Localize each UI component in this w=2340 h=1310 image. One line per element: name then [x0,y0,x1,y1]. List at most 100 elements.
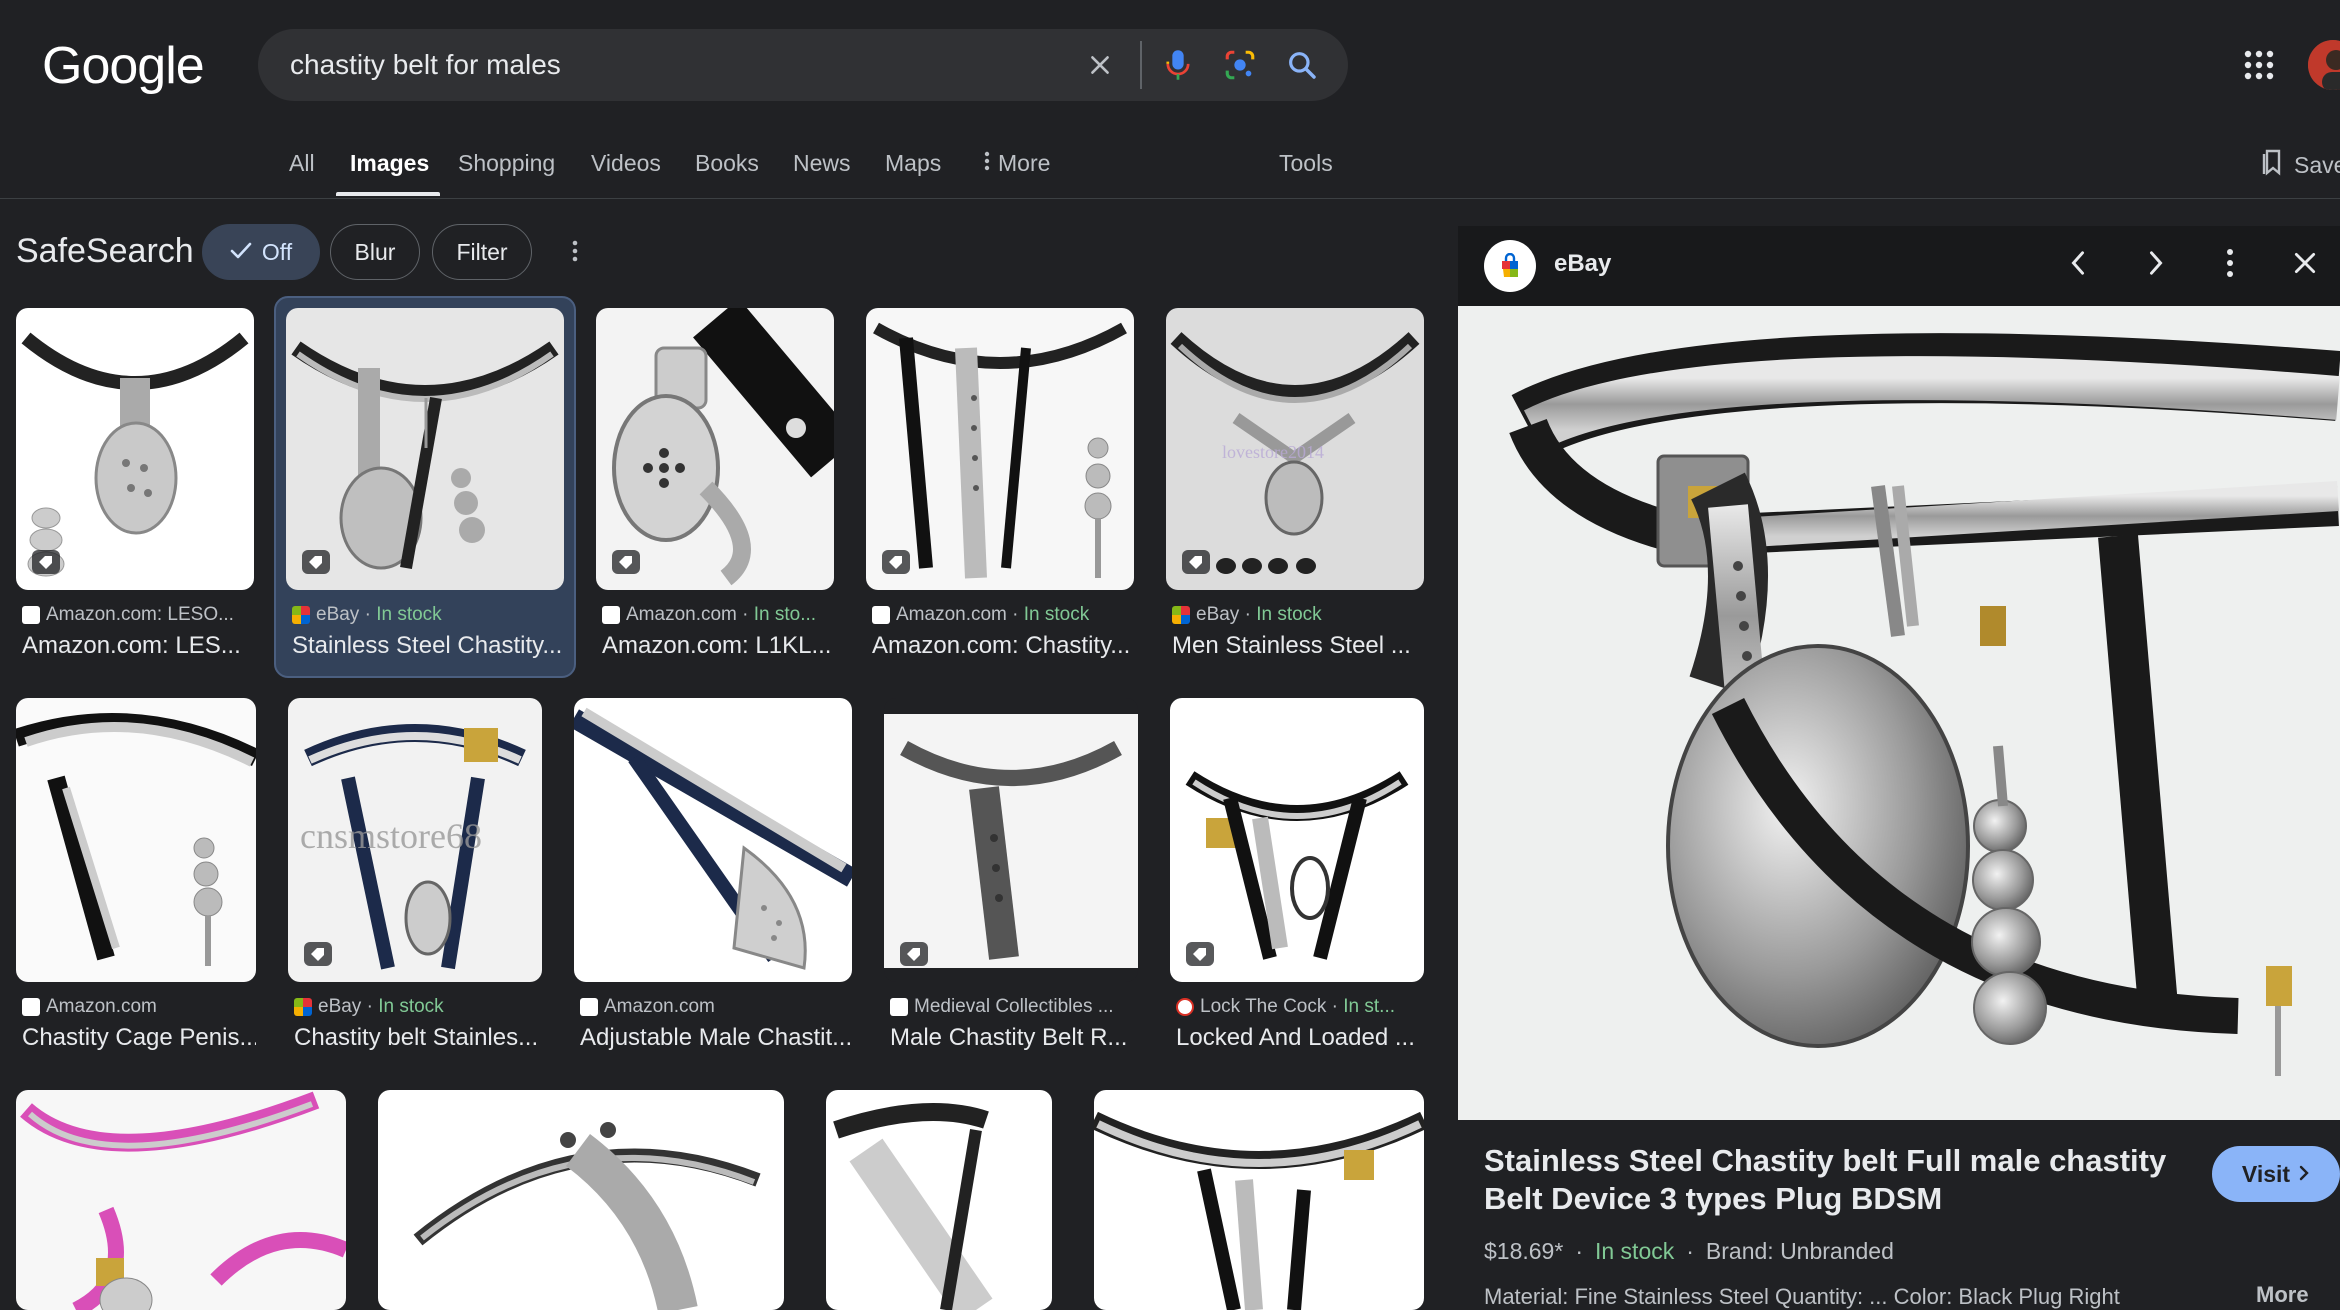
saved-link[interactable]: Save [2262,148,2340,182]
preview-title[interactable]: Stainless Steel Chastity belt Full male … [1484,1142,2184,1218]
tag-icon [1186,942,1214,966]
result-source[interactable]: eBay · In stock [294,996,542,1018]
result-source-label: Medieval Collectibles ... [914,996,1114,1017]
result-image[interactable] [884,698,1138,982]
more-details-link[interactable]: More [2256,1282,2309,1308]
safesearch-filter-chip[interactable]: Filter [432,224,532,280]
result-image[interactable] [1094,1090,1424,1310]
medieval-collectibles-favicon-icon [890,998,908,1016]
result-source-label: eBay · In stock [316,604,442,625]
result-image[interactable]: lovestore2014 [1166,308,1424,590]
tab-news[interactable]: News [793,150,851,177]
tag-icon [612,550,640,574]
tag-icon [32,550,60,574]
result-title[interactable]: Amazon.com: Chastity... [872,632,1134,660]
more-vert-icon [984,150,990,177]
result-source[interactable]: eBay · In stock [292,604,562,626]
tab-images[interactable]: Images [350,150,429,177]
result-image[interactable] [16,698,256,982]
chevron-right-icon[interactable] [2142,246,2170,285]
tab-more-label: More [998,150,1051,176]
meta-separator: · [1686,1238,1694,1264]
result-title[interactable]: Male Chastity Belt R... [890,1024,1138,1052]
safesearch-off-chip[interactable]: Off [202,224,320,280]
search-icon[interactable] [1282,45,1322,85]
result-image[interactable] [1170,698,1424,982]
tab-all[interactable]: All [289,150,315,177]
lock-the-cock-favicon-icon [1176,998,1194,1016]
tab-videos[interactable]: Videos [591,150,661,177]
amazon-favicon-icon [872,606,890,624]
result-source[interactable]: Amazon.com · In stock [872,604,1134,626]
result-title[interactable]: Adjustable Male Chastit... [580,1024,852,1052]
safesearch-blur-chip[interactable]: Blur [330,224,420,280]
amazon-favicon-icon [602,606,620,624]
amazon-favicon-icon [22,998,40,1016]
svg-text:lovestore2014: lovestore2014 [1222,442,1324,462]
result-title[interactable]: Chastity Cage Penis... [22,1024,256,1052]
preview-meta: $18.69* · In stock · Brand: Unbranded [1484,1238,1894,1265]
result-image[interactable] [826,1090,1052,1310]
result-image[interactable] [574,698,852,982]
close-icon[interactable] [2292,250,2318,281]
microphone-icon[interactable] [1158,45,1198,85]
tab-shopping[interactable]: Shopping [458,150,555,177]
result-source[interactable]: Medieval Collectibles ... [890,996,1138,1018]
result-source[interactable]: Amazon.com · In sto... [602,604,834,626]
preview-image[interactable] [1458,306,2340,1120]
result-image[interactable] [286,308,564,590]
google-logo[interactable]: Google [42,36,205,96]
result-image[interactable] [596,308,834,590]
tag-icon [1182,550,1210,574]
search-box[interactable]: chastity belt for males [258,29,1348,101]
apps-grid-icon[interactable] [2244,50,2274,80]
result-image[interactable] [16,308,254,590]
lens-icon[interactable] [1220,45,1260,85]
bookmark-icon [2262,148,2284,182]
ebay-favicon-icon [292,606,310,624]
result-source-label: Amazon.com [46,996,157,1017]
more-vert-icon[interactable] [2226,248,2234,283]
result-title[interactable]: Amazon.com: LES... [22,632,252,660]
result-image[interactable] [866,308,1134,590]
tab-maps[interactable]: Maps [885,150,941,177]
result-image[interactable]: cnsmstore68 [288,698,542,982]
amazon-favicon-icon [22,606,40,624]
result-title[interactable]: Stainless Steel Chastity... [292,632,564,660]
amazon-favicon-icon [580,998,598,1016]
result-title[interactable]: Amazon.com: L1KL... [602,632,834,660]
svg-text:cnsmstore68: cnsmstore68 [300,816,482,856]
visit-button[interactable]: Visit [2212,1146,2340,1202]
result-source[interactable]: Amazon.com: LESO... [22,604,252,626]
active-tab-indicator [336,192,440,196]
result-source[interactable]: Lock The Cock · In st... [1176,996,1424,1018]
result-title[interactable]: Men Stainless Steel ... [1172,632,1424,660]
result-source-label: Amazon.com [604,996,715,1017]
result-source[interactable]: eBay · In stock [1172,604,1424,626]
price: $18.69* [1484,1238,1564,1264]
result-image[interactable] [378,1090,784,1310]
close-icon[interactable] [1080,45,1120,85]
result-source[interactable]: Amazon.com [580,996,852,1018]
search-input[interactable]: chastity belt for males [290,49,561,81]
chevron-left-icon[interactable] [2064,246,2092,285]
preview-source-name[interactable]: eBay [1554,250,1611,278]
tools-button[interactable]: Tools [1279,150,1333,177]
result-source-label: Amazon.com: LESO... [46,604,234,625]
safesearch-title: SafeSearch [16,232,194,270]
ebay-logo-icon[interactable] [1484,240,1536,292]
result-image[interactable] [16,1090,346,1310]
result-title[interactable]: Locked And Loaded ... [1176,1024,1424,1052]
result-source[interactable]: Amazon.com [22,996,256,1018]
chevron-right-icon [2298,1161,2310,1188]
ebay-favicon-icon [1172,606,1190,624]
tag-icon [304,942,332,966]
meta-separator: · [1575,1238,1583,1264]
avatar[interactable] [2308,40,2340,90]
more-options-icon[interactable] [560,236,590,266]
check-icon [230,239,252,266]
result-title[interactable]: Chastity belt Stainles... [294,1024,542,1052]
tab-more[interactable]: More [984,150,1050,177]
ebay-favicon-icon [294,998,312,1016]
tab-books[interactable]: Books [695,150,759,177]
